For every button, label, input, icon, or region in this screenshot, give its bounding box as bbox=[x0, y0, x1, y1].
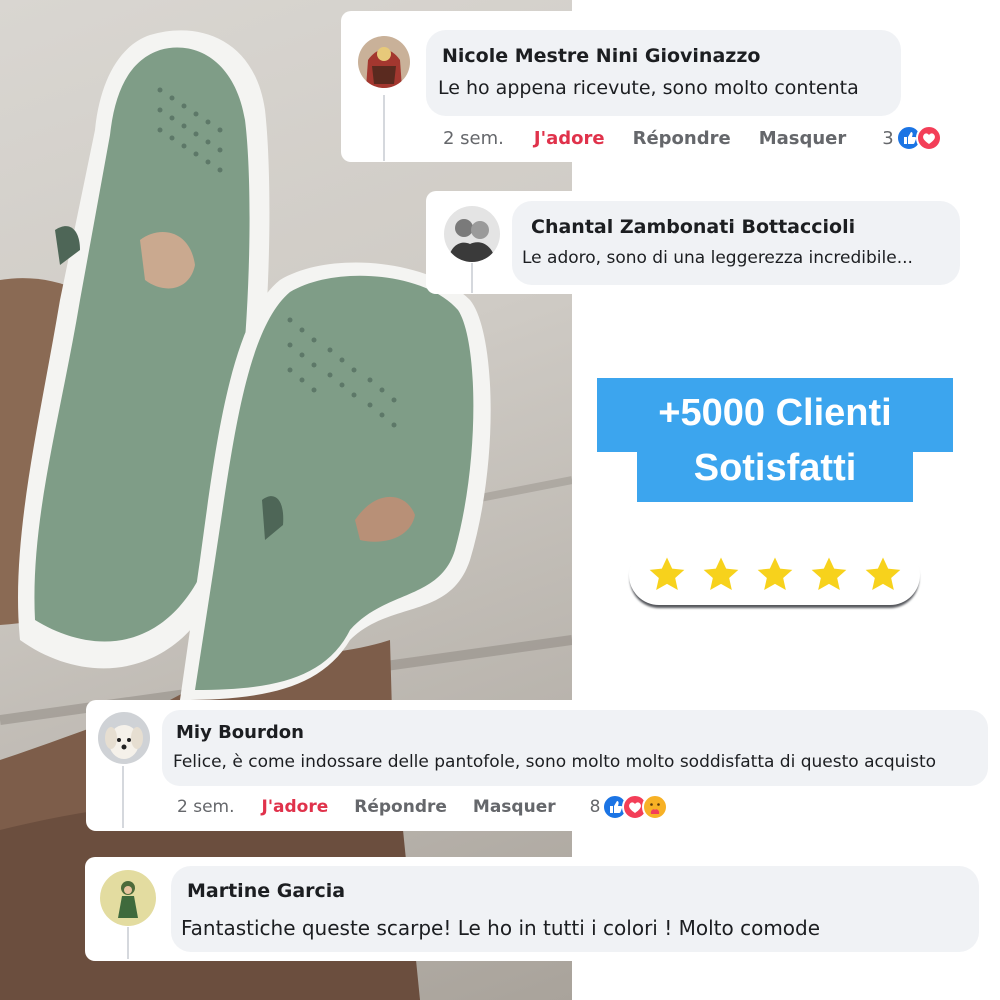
profile-photo bbox=[444, 206, 500, 262]
comment-bubble bbox=[512, 201, 960, 285]
star-icon bbox=[865, 557, 900, 590]
avatar[interactable] bbox=[358, 36, 410, 88]
rating-stars bbox=[629, 545, 920, 605]
hide-button[interactable]: Masquer bbox=[759, 128, 847, 149]
reply-button[interactable]: Répondre bbox=[354, 797, 447, 817]
promo-headline: +5000 Clienti Sotisfatti bbox=[597, 386, 953, 496]
avatar[interactable] bbox=[98, 712, 150, 764]
hide-button[interactable]: Masquer bbox=[473, 797, 556, 817]
comment-card: Martine Garcia Fantastiche queste scarpe… bbox=[85, 857, 993, 961]
star-icon bbox=[703, 557, 738, 590]
reaction-summary[interactable]: 8 bbox=[590, 794, 669, 820]
reply-button[interactable]: Répondre bbox=[633, 128, 731, 149]
comment-actions: 2 sem. J'adore Répondre Masquer 8 bbox=[177, 794, 669, 820]
thread-line bbox=[127, 927, 129, 959]
comment-author[interactable]: Miy Bourdon bbox=[176, 722, 304, 743]
thread-line bbox=[122, 766, 124, 828]
avatar[interactable] bbox=[444, 206, 500, 262]
comment-author[interactable]: Martine Garcia bbox=[187, 880, 345, 902]
thread-line bbox=[383, 95, 385, 161]
comment-card: Chantal Zambonati Bottaccioli Le adoro, … bbox=[426, 191, 974, 294]
avatar[interactable] bbox=[100, 870, 156, 926]
comment-author[interactable]: Chantal Zambonati Bottaccioli bbox=[531, 216, 855, 238]
love-reaction-button[interactable]: J'adore bbox=[262, 797, 329, 817]
star-icon bbox=[757, 557, 792, 590]
reaction-count: 8 bbox=[589, 797, 601, 817]
comment-bubble bbox=[426, 30, 901, 116]
comment-actions: 2 sem. J'adore Répondre Masquer 3 bbox=[443, 125, 942, 151]
thread-line bbox=[471, 263, 473, 293]
comment-card: Miy Bourdon Felice, è come indossare del… bbox=[86, 700, 993, 831]
love-reaction-button[interactable]: J'adore bbox=[534, 128, 605, 149]
care-icon bbox=[642, 794, 669, 820]
comment-timestamp[interactable]: 2 sem. bbox=[177, 797, 235, 817]
star-icon bbox=[811, 557, 846, 590]
profile-photo bbox=[100, 870, 156, 926]
reaction-summary[interactable]: 3 bbox=[882, 125, 942, 151]
comment-timestamp[interactable]: 2 sem. bbox=[443, 128, 504, 149]
comment-card: Nicole Mestre Nini Giovinazzo Le ho appe… bbox=[341, 11, 971, 162]
profile-photo bbox=[98, 712, 150, 764]
comment-author[interactable]: Nicole Mestre Nini Giovinazzo bbox=[442, 45, 760, 67]
star-icon bbox=[649, 557, 684, 590]
promo-line-1: +5000 Clienti bbox=[658, 392, 892, 434]
comment-text: Felice, è come indossare delle pantofole… bbox=[173, 752, 937, 772]
comment-text: Le ho appena ricevute, sono molto conten… bbox=[438, 77, 859, 99]
profile-photo bbox=[358, 36, 410, 88]
reaction-count: 3 bbox=[882, 127, 894, 149]
comment-text: Le adoro, sono di una leggerezza incredi… bbox=[522, 248, 913, 268]
love-icon bbox=[915, 125, 942, 151]
promo-line-2: Sotisfatti bbox=[693, 447, 857, 489]
comment-text: Fantastiche queste scarpe! Le ho in tutt… bbox=[181, 916, 821, 940]
